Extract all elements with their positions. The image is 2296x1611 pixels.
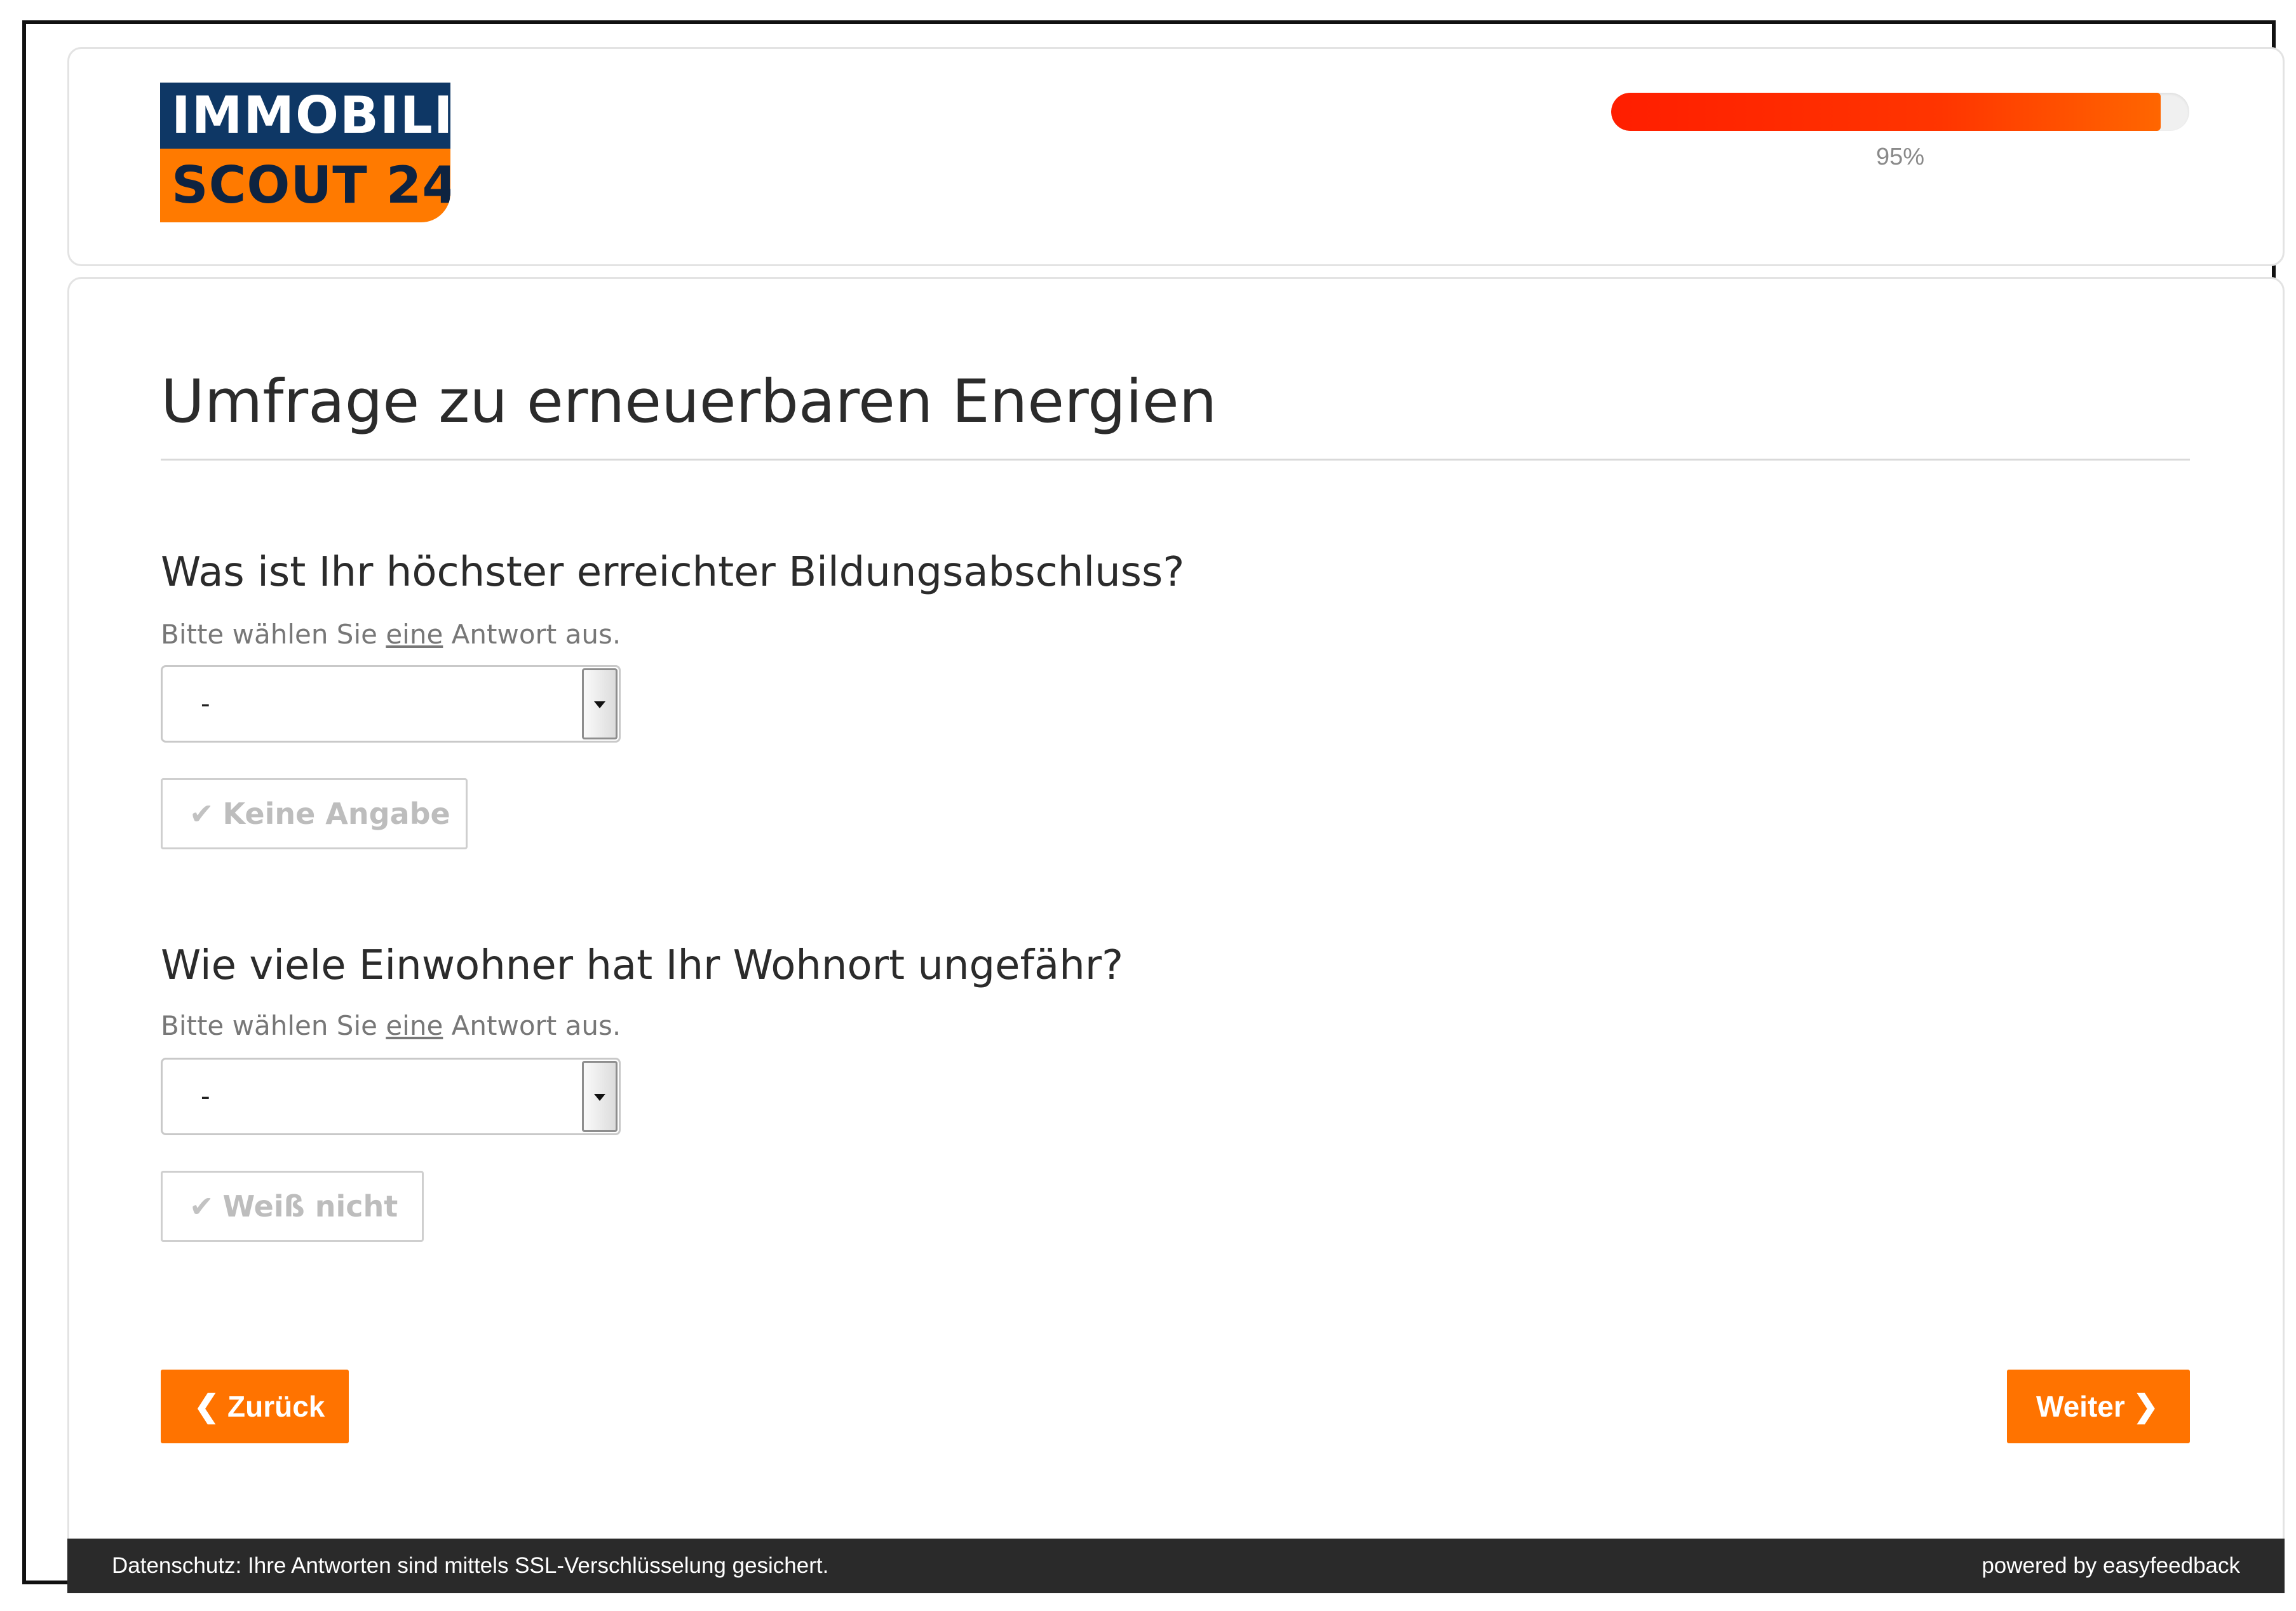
education-select[interactable]: - <box>161 665 621 743</box>
question-2-text: Wie viele Einwohner hat Ihr Wohnort unge… <box>161 942 1124 989</box>
chevron-left-icon: ❮ <box>194 1390 220 1424</box>
survey-card <box>67 277 2285 1586</box>
back-button[interactable]: ❮ Zurück <box>161 1370 349 1443</box>
dont-know-label: Weiß nicht <box>222 1189 398 1223</box>
population-select-value: - <box>201 1081 210 1112</box>
next-button[interactable]: Weiter ❯ <box>2007 1370 2190 1443</box>
hint-emphasis: eine <box>386 619 443 650</box>
chevron-down-icon[interactable] <box>582 1061 618 1132</box>
next-button-label: Weiter <box>2036 1390 2125 1423</box>
question-1-hint: Bitte wählen Sie eine Antwort aus. <box>161 619 621 650</box>
question-1-text: Was ist Ihr höchster erreichter Bildungs… <box>161 549 1185 596</box>
page-frame: IMMOBILIEN SCOUT 24 95% Umfrage zu erneu… <box>22 20 2285 1593</box>
progress-label: 95% <box>1875 144 1925 170</box>
hint-emphasis: eine <box>386 1010 443 1041</box>
survey-page: IMMOBILIEN SCOUT 24 95% Umfrage zu erneu… <box>0 0 2296 1611</box>
privacy-notice: Datenschutz: Ihre Antworten sind mittels… <box>112 1553 829 1578</box>
dont-know-button[interactable]: ✔ Weiß nicht <box>161 1171 424 1242</box>
no-answer-button[interactable]: ✔ Keine Angabe <box>161 778 468 849</box>
progress-bar <box>1611 93 2189 131</box>
question-2-hint: Bitte wählen Sie eine Antwort aus. <box>161 1010 621 1041</box>
no-answer-label: Keine Angabe <box>222 797 450 831</box>
population-select[interactable]: - <box>161 1058 621 1135</box>
logo-line-1: IMMOBILIEN <box>160 83 450 149</box>
page-title: Umfrage zu erneuerbaren Energien <box>161 367 1217 436</box>
check-icon: ✔ <box>189 797 214 831</box>
progress-bar-fill <box>1611 93 2161 131</box>
education-select-value: - <box>201 688 210 719</box>
hint-text: Antwort aus. <box>443 1010 621 1041</box>
hint-text: Bitte wählen Sie <box>161 619 386 650</box>
chevron-right-icon: ❯ <box>2133 1390 2159 1424</box>
immobilienscout24-logo: IMMOBILIEN SCOUT 24 <box>160 83 450 222</box>
check-icon: ✔ <box>189 1189 214 1223</box>
powered-by-link[interactable]: powered by easyfeedback <box>1982 1539 2240 1593</box>
chevron-down-icon[interactable] <box>582 668 618 739</box>
back-button-label: Zurück <box>227 1390 325 1423</box>
logo-line-2: SCOUT 24 <box>160 149 450 222</box>
hint-text: Antwort aus. <box>443 619 621 650</box>
hint-text: Bitte wählen Sie <box>161 1010 386 1041</box>
footer-bar: Datenschutz: Ihre Antworten sind mittels… <box>67 1539 2285 1593</box>
title-divider <box>161 459 2190 461</box>
